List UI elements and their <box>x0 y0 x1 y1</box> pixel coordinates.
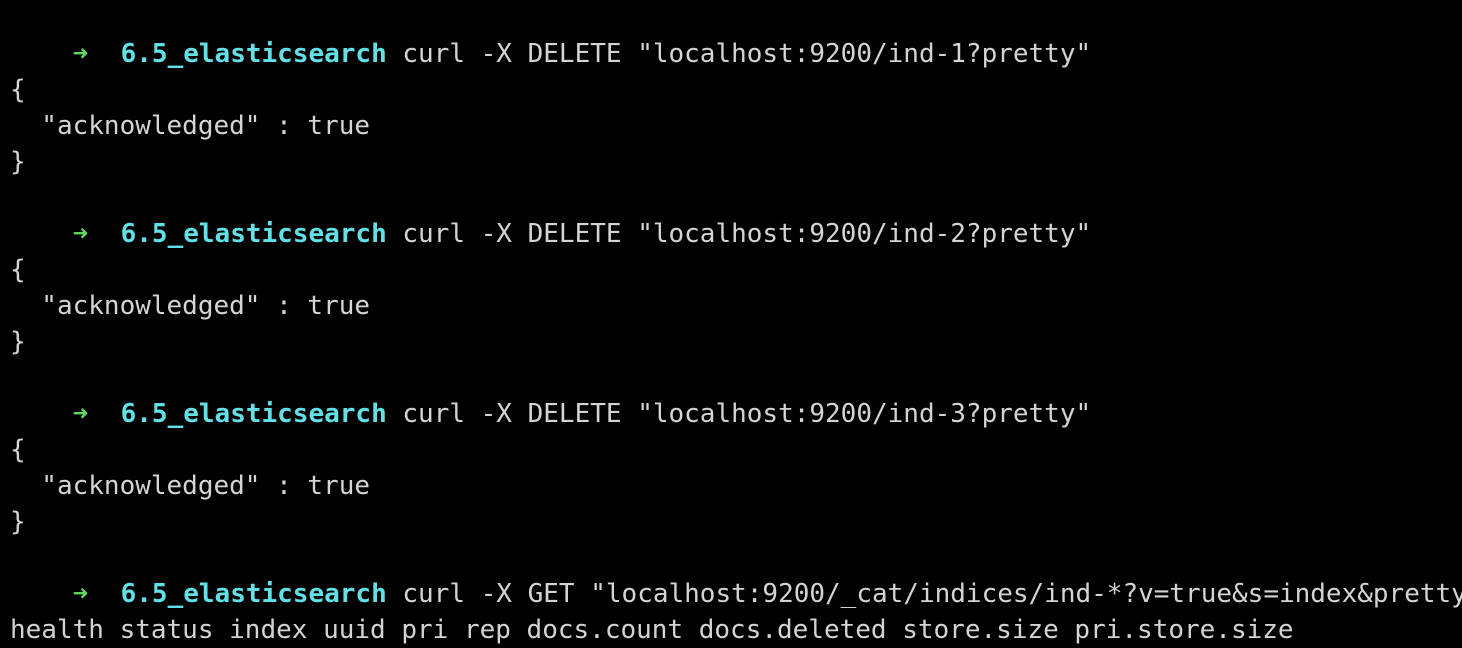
prompt-line: ➜ 6.5_elasticsearch curl -X DELETE "local… <box>10 0 1092 69</box>
cat-indices-header: health status index uuid pri rep docs.co… <box>10 615 1294 645</box>
terminal-window[interactable]: ➜ 6.5_elasticsearch curl -X DELETE "local… <box>0 0 1462 648</box>
prompt-directory: 6.5_elasticsearch <box>120 399 387 429</box>
json-open-brace: { <box>10 75 26 105</box>
command-text: curl -X DELETE "localhost:9200/ind-2?pre… <box>402 219 1092 249</box>
prompt-arrow-icon: ➜ <box>72 579 89 609</box>
prompt-line: ➜ 6.5_elasticsearch curl -X DELETE "local… <box>10 180 1092 249</box>
prompt-arrow-icon: ➜ <box>72 219 89 249</box>
command-text: curl -X DELETE "localhost:9200/ind-1?pre… <box>402 39 1092 69</box>
command-text: curl -X GET "localhost:9200/_cat/indices… <box>402 579 1462 609</box>
prompt-line: ➜ 6.5_elasticsearch curl -X DELETE "local… <box>10 360 1092 429</box>
json-body-line: "acknowledged" : true <box>10 471 371 501</box>
prompt-directory: 6.5_elasticsearch <box>120 39 387 69</box>
json-body-line: "acknowledged" : true <box>10 111 371 141</box>
json-open-brace: { <box>10 435 26 465</box>
prompt-directory: 6.5_elasticsearch <box>120 579 387 609</box>
prompt-arrow-icon: ➜ <box>72 399 89 429</box>
prompt-line: ➜ 6.5_elasticsearch curl -X GET "localhos… <box>10 540 1462 609</box>
json-close-brace: } <box>10 507 26 537</box>
json-close-brace: } <box>10 147 26 177</box>
command-text: curl -X DELETE "localhost:9200/ind-3?pre… <box>402 399 1092 429</box>
json-body-line: "acknowledged" : true <box>10 291 371 321</box>
prompt-directory: 6.5_elasticsearch <box>120 219 387 249</box>
json-open-brace: { <box>10 255 26 285</box>
prompt-arrow-icon: ➜ <box>72 39 89 69</box>
json-close-brace: } <box>10 327 26 357</box>
